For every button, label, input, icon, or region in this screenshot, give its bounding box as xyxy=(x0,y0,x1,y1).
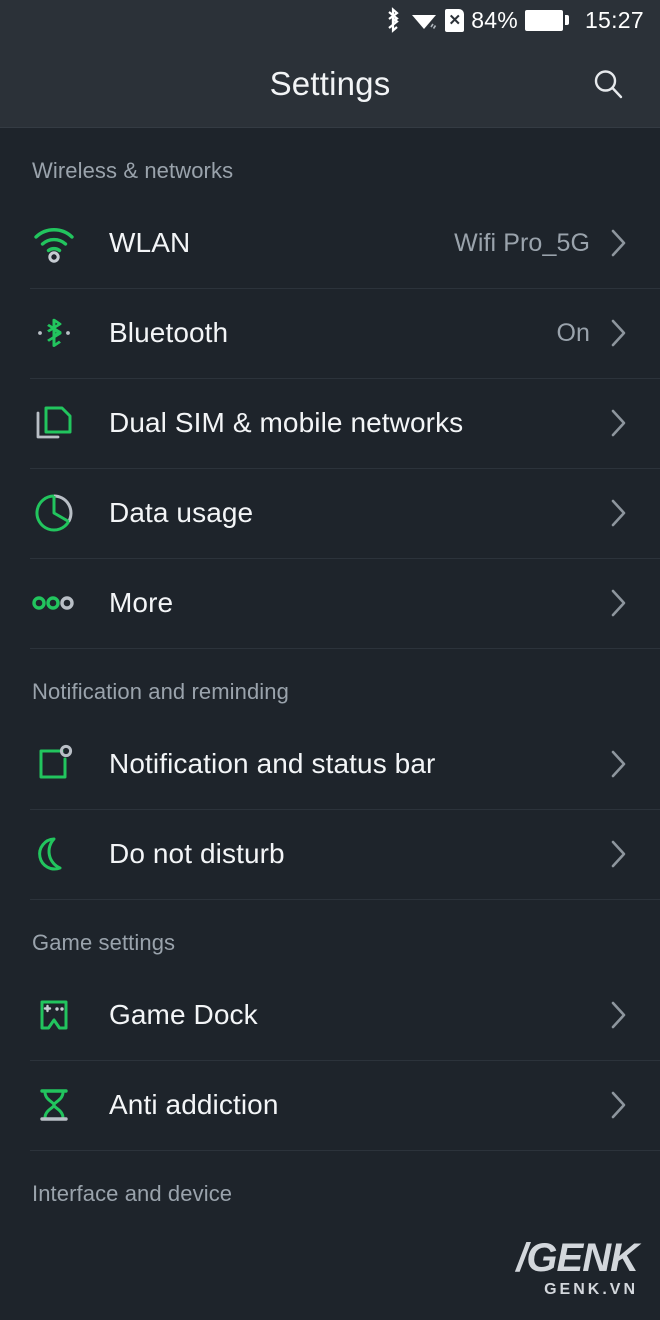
bluetooth-icon xyxy=(30,309,78,357)
row-value: On xyxy=(556,318,590,347)
settings-list: Wireless & networks WLAN Wifi Pro_5G Blu… xyxy=(0,128,660,1221)
row-label: Anti addiction xyxy=(109,1089,279,1120)
section-header-notification: Notification and reminding xyxy=(32,679,289,704)
wifi-icon xyxy=(410,8,438,32)
watermark-logo: /GENK xyxy=(516,1236,639,1280)
app-bar: Settings xyxy=(0,40,660,128)
hourglass-icon xyxy=(30,1081,78,1129)
bluetooth-icon xyxy=(383,7,403,33)
row-label: WLAN xyxy=(109,227,191,258)
dual-sim-icon xyxy=(30,399,78,447)
row-label: More xyxy=(109,587,174,618)
chevron-right-icon xyxy=(608,405,630,441)
row-value: Wifi Pro_5G xyxy=(454,228,590,257)
row-label: Bluetooth xyxy=(109,317,229,348)
row-do-not-disturb[interactable]: Do not disturb xyxy=(0,809,660,899)
chevron-right-icon xyxy=(608,585,630,621)
watermark-site: GENK.VN xyxy=(544,1281,638,1298)
section-header-wireless: Wireless & networks xyxy=(32,158,234,183)
moon-icon xyxy=(30,830,78,878)
chevron-right-icon xyxy=(608,997,630,1033)
notification-badge-icon xyxy=(30,740,78,788)
sim-card-x-icon: ✕ xyxy=(445,8,465,32)
row-game-dock[interactable]: Game Dock xyxy=(0,970,660,1060)
row-bluetooth[interactable]: Bluetooth On xyxy=(0,288,660,378)
row-label: Do not disturb xyxy=(109,838,285,869)
row-more[interactable]: More xyxy=(0,558,660,648)
status-bar-clock: 15:27 xyxy=(584,6,644,33)
chevron-right-icon xyxy=(608,746,630,782)
page-title: Settings xyxy=(269,64,391,102)
chevron-right-icon xyxy=(608,225,630,261)
chevron-right-icon xyxy=(608,1087,630,1123)
section-header-game: Game settings xyxy=(32,930,176,955)
search-icon[interactable] xyxy=(586,62,630,106)
chevron-right-icon xyxy=(608,836,630,872)
genk-watermark: /GENK GENK.VN xyxy=(516,1236,639,1302)
status-bar: ✕ 84% 15:27 xyxy=(0,0,660,40)
row-dual-sim[interactable]: Dual SIM & mobile networks xyxy=(0,378,660,468)
wifi-icon xyxy=(30,219,78,267)
chevron-right-icon xyxy=(608,315,630,351)
settings-screen: ✕ 84% 15:27 Settings Wireless & networks xyxy=(0,0,660,1320)
row-label: Notification and status bar xyxy=(109,748,436,779)
battery-icon xyxy=(524,9,569,31)
more-dots-icon xyxy=(30,579,78,627)
pie-chart-icon xyxy=(30,489,78,537)
section-header-interface: Interface and device xyxy=(32,1181,233,1206)
row-wlan[interactable]: WLAN Wifi Pro_5G xyxy=(0,198,660,288)
chevron-right-icon xyxy=(608,495,630,531)
row-label: Dual SIM & mobile networks xyxy=(109,407,464,438)
row-data-usage[interactable]: Data usage xyxy=(0,468,660,558)
row-label: Data usage xyxy=(109,497,254,528)
row-label: Game Dock xyxy=(109,999,258,1030)
row-notification-status-bar[interactable]: Notification and status bar xyxy=(0,719,660,809)
row-anti-addiction[interactable]: Anti addiction xyxy=(0,1060,660,1150)
battery-percent: 84% xyxy=(471,6,518,33)
gamepad-icon xyxy=(30,991,78,1039)
